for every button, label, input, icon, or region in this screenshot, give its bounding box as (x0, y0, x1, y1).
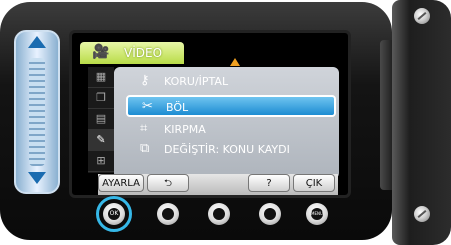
slider[interactable] (14, 30, 60, 194)
trim-icon: ⌗ (140, 121, 148, 136)
side-panel (392, 0, 451, 245)
tab-label: VİDEO (124, 46, 163, 60)
menu-item-label: DEĞİŞTİR: KONU KAYDI (164, 143, 290, 156)
hardware-button[interactable] (208, 203, 230, 225)
menu-button[interactable]: MENU (306, 203, 328, 225)
change-event-icon: ⧉ (140, 141, 150, 156)
ok-label: OK (108, 208, 120, 220)
hardware-button[interactable] (157, 203, 179, 225)
back-button[interactable]: ⮌ (147, 174, 189, 192)
info-icon[interactable]: ⊞ (88, 151, 114, 172)
camcorder-screen-ui: 🎥 VİDEO ▦ ❐ ▤ ✎ ⊞ ⚷ KORU/İPTAL ✂ BÖL ⌗ K… (0, 0, 451, 245)
adjust-button[interactable]: AYARLA (98, 174, 144, 192)
key-icon: ⚷ (140, 73, 150, 88)
slider-track[interactable] (29, 58, 45, 166)
menu-label: MENU (311, 208, 323, 220)
arrow-up-icon[interactable] (28, 36, 46, 48)
help-button[interactable]: ? (248, 174, 290, 192)
video-camera-icon: 🎥 (92, 44, 110, 60)
screw-icon (414, 8, 430, 24)
menu-item-split[interactable]: ✂ BÖL (126, 95, 336, 117)
menu-item-protect[interactable]: ⚷ KORU/İPTAL (126, 71, 336, 93)
lcd-screen: 🎥 VİDEO ▦ ❐ ▤ ✎ ⊞ ⚷ KORU/İPTAL ✂ BÖL ⌗ K… (69, 30, 351, 198)
menu-item-label: KIRPMA (164, 123, 206, 136)
ok-button[interactable]: OK (103, 203, 125, 225)
grid-icon[interactable]: ▦ (88, 67, 114, 88)
scroll-up-icon[interactable] (230, 58, 240, 66)
menu-item-label: KORU/İPTAL (164, 75, 229, 88)
edit-icon[interactable]: ✎ (88, 130, 114, 151)
playlist-icon[interactable]: ▤ (88, 109, 114, 130)
arrow-down-icon[interactable] (28, 172, 46, 184)
hardware-button[interactable] (259, 203, 281, 225)
exit-button[interactable]: ÇIK (293, 174, 335, 192)
menu-item-label: BÖL (166, 101, 189, 114)
side-menu-icons: ▦ ❐ ▤ ✎ ⊞ (88, 67, 114, 173)
split-icon: ✂ (142, 99, 153, 114)
copy-icon[interactable]: ❐ (88, 88, 114, 109)
screw-icon (414, 206, 430, 222)
tab-video[interactable]: 🎥 VİDEO (80, 42, 184, 64)
menu-item-change-event[interactable]: ⧉ DEĞİŞTİR: KONU KAYDI (126, 139, 336, 161)
menu-list: ⚷ KORU/İPTAL ✂ BÖL ⌗ KIRPMA ⧉ DEĞİŞTİR: … (120, 69, 336, 175)
menu-item-trim[interactable]: ⌗ KIRPMA (126, 119, 336, 141)
